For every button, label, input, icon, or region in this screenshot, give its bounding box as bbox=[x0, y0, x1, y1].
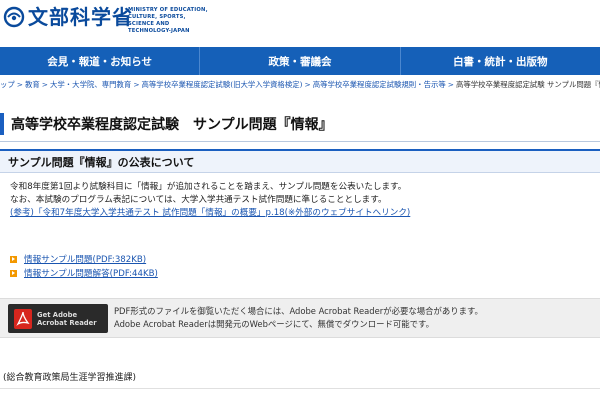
site-header: 文部科学省 MINISTRY OF EDUCATION, CULTURE, SP… bbox=[0, 0, 600, 44]
title-divider bbox=[0, 141, 600, 142]
acrobat-notice: Get Adobe Acrobat Reader PDF形式のファイルを御覧いた… bbox=[0, 298, 600, 338]
breadcrumb-rules[interactable]: 高等学校卒業程度認定試験規則・告示等 bbox=[313, 80, 446, 89]
nav-item-policy[interactable]: 政策・審議会 bbox=[200, 47, 401, 75]
acrobat-line-1: PDF形式のファイルを御覧いただく場合には、Adobe Acrobat Read… bbox=[114, 306, 483, 316]
breadcrumb-separator: > bbox=[304, 80, 311, 89]
breadcrumb-current: 高等学校卒業程度認定試験 サンプル問題『情' bbox=[455, 80, 600, 89]
breadcrumb: ップ > 教育 > 大学・大学院、専門教育 > 高等学校卒業程度認定試験(旧大学入学資格検定… bbox=[0, 79, 600, 93]
breadcrumb-education[interactable]: 教育 bbox=[25, 80, 40, 89]
sample-answer-pdf-link[interactable]: 情報サンプル問題解答(PDF:44KB) bbox=[24, 267, 158, 279]
list-item: 情報サンプル問題解答(PDF:44KB) bbox=[10, 266, 410, 280]
nav-item-publications[interactable]: 白書・統計・出版物 bbox=[401, 47, 600, 75]
reference-link[interactable]: (参考)「令和7年度大学入学共通テスト 試作問題「情報」の概要」p.18(※外部… bbox=[10, 208, 410, 218]
list-item: 情報サンプル問題(PDF:382KB) bbox=[10, 252, 410, 266]
breadcrumb-separator: > bbox=[447, 80, 454, 89]
nav-item-press[interactable]: 会見・報道・お知らせ bbox=[0, 47, 201, 75]
announcement-paragraph-1: 令和8年度第1回より試験科目に「情報」が追加されることを踏まえ、サンプル問題を公… bbox=[10, 182, 407, 192]
acrobat-badge-label: Get Adobe Acrobat Reader bbox=[37, 310, 97, 327]
title-accent-bar bbox=[0, 113, 4, 135]
site-logo-text[interactable]: 文部科学省 bbox=[28, 6, 133, 28]
global-nav: 会見・報道・お知らせ 政策・審議会 白書・統計・出版物 bbox=[0, 47, 600, 75]
arrow-right-icon bbox=[10, 255, 17, 263]
page-title: 高等学校卒業程度認定試験 サンプル問題『情報』 bbox=[0, 112, 600, 136]
acrobat-line-2: Adobe Acrobat Readerは開発元のWebページにて、無償でダウン… bbox=[114, 319, 434, 329]
breadcrumb-exam[interactable]: 高等学校卒業程度認定試験(旧大学入学資格検定) bbox=[142, 80, 303, 89]
page-title-text: 高等学校卒業程度認定試験 サンプル問題『情報』 bbox=[11, 117, 333, 133]
section-heading: サンプル問題『情報』の公表について bbox=[0, 149, 600, 173]
breadcrumb-home[interactable]: ップ bbox=[0, 80, 15, 89]
section-heading-text: サンプル問題『情報』の公表について bbox=[8, 155, 195, 169]
breadcrumb-separator: > bbox=[16, 80, 23, 89]
breadcrumb-university[interactable]: 大学・大学院、専門教育 bbox=[50, 80, 131, 89]
sample-problem-pdf-link[interactable]: 情報サンプル問題(PDF:382KB) bbox=[24, 253, 146, 265]
announcement-paragraph-2: なお、本試験のプログラム表記については、大学入学共通テスト試作問題に準じることと… bbox=[10, 195, 387, 205]
divider bbox=[0, 388, 600, 389]
arrow-right-icon bbox=[10, 269, 17, 277]
get-acrobat-reader-button[interactable]: Get Adobe Acrobat Reader bbox=[8, 304, 108, 333]
site-logo-english: MINISTRY OF EDUCATION, CULTURE, SPORTS, … bbox=[128, 7, 208, 34]
breadcrumb-separator: > bbox=[133, 80, 140, 89]
acrobat-icon bbox=[14, 308, 32, 329]
announcement-body: 令和8年度第1回より試験科目に「情報」が追加されることを踏まえ、サンプル問題を公… bbox=[10, 181, 595, 220]
download-list: 情報サンプル問題(PDF:382KB) 情報サンプル問題解答(PDF:44KB) bbox=[10, 252, 410, 280]
acrobat-description: PDF形式のファイルを御覧いただく場合には、Adobe Acrobat Read… bbox=[114, 305, 483, 331]
mext-logo-icon[interactable] bbox=[3, 6, 25, 28]
breadcrumb-separator: > bbox=[41, 80, 48, 89]
department-note: (総合教育政策局生涯学習推進課) bbox=[3, 373, 137, 383]
